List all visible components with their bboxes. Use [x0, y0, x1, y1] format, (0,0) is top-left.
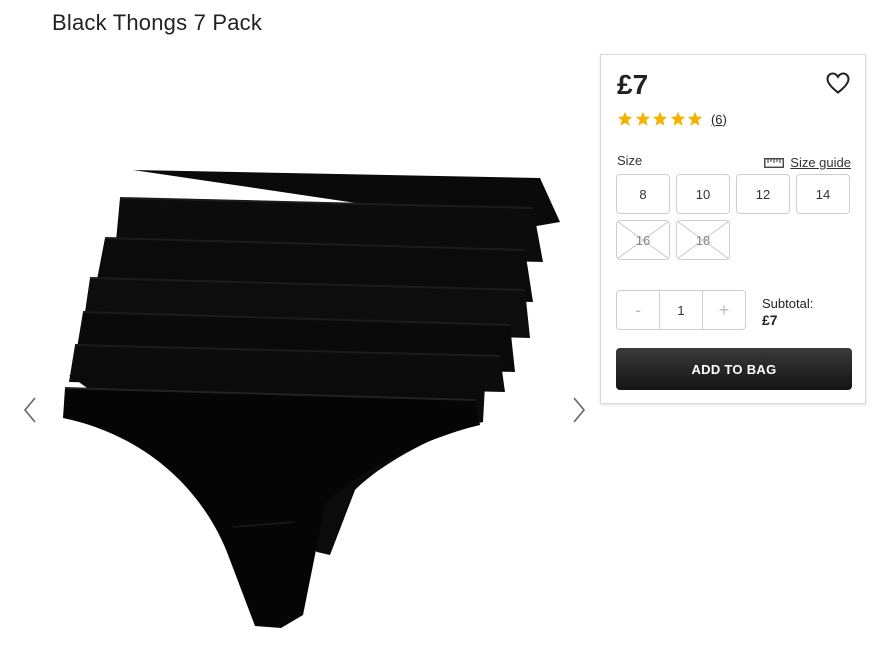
next-image-button[interactable]: [567, 392, 591, 428]
quantity-increase-button[interactable]: +: [703, 291, 745, 329]
star-icon: [652, 111, 668, 126]
subtotal: Subtotal: £7: [762, 295, 813, 329]
chevron-right-icon: [573, 397, 586, 423]
quantity-stepper: - 1 +: [616, 290, 746, 330]
size-option-18-unavailable[interactable]: 18: [676, 220, 730, 260]
previous-image-button[interactable]: [18, 392, 42, 428]
size-option-12[interactable]: 12: [736, 174, 790, 214]
subtotal-amount: £7: [762, 312, 778, 328]
product-image: [63, 170, 560, 628]
star-icon: [635, 111, 650, 126]
size-guide-link[interactable]: Size guide: [764, 155, 851, 170]
chevron-left-icon: [23, 397, 36, 423]
rating-stars: [617, 111, 705, 127]
star-rating: (6): [617, 111, 727, 127]
ruler-icon: [764, 157, 785, 168]
star-icon: [688, 111, 703, 126]
size-label: Size: [617, 153, 643, 168]
star-icon: [670, 111, 685, 126]
quantity-decrease-button[interactable]: -: [617, 291, 659, 329]
size-guide-label: Size guide: [790, 155, 851, 170]
star-icon: [617, 111, 633, 126]
size-option-label: 8: [639, 186, 647, 202]
review-count-link[interactable]: (6): [711, 112, 727, 127]
purchase-panel: £7 (6) Size Size guide 8 10 12 14 16 18 …: [600, 54, 866, 404]
size-option-10[interactable]: 10: [676, 174, 730, 214]
size-option-label: 18: [695, 232, 711, 248]
add-to-bag-button[interactable]: ADD TO BAG: [616, 348, 852, 390]
quantity-input[interactable]: 1: [659, 291, 703, 329]
size-option-14[interactable]: 14: [796, 174, 850, 214]
size-option-label: 12: [755, 186, 771, 202]
size-option-16-unavailable[interactable]: 16: [616, 220, 670, 260]
subtotal-label: Subtotal:: [762, 296, 814, 311]
product-title: Black Thongs 7 Pack: [52, 10, 263, 35]
product-gallery: [0, 140, 600, 660]
heart-icon: [826, 72, 850, 94]
size-option-label: 10: [695, 186, 711, 202]
size-option-8[interactable]: 8: [616, 174, 670, 214]
wishlist-button[interactable]: [825, 71, 851, 95]
size-option-label: 14: [815, 186, 831, 202]
price: £7: [617, 69, 649, 100]
size-option-label: 16: [635, 232, 651, 248]
